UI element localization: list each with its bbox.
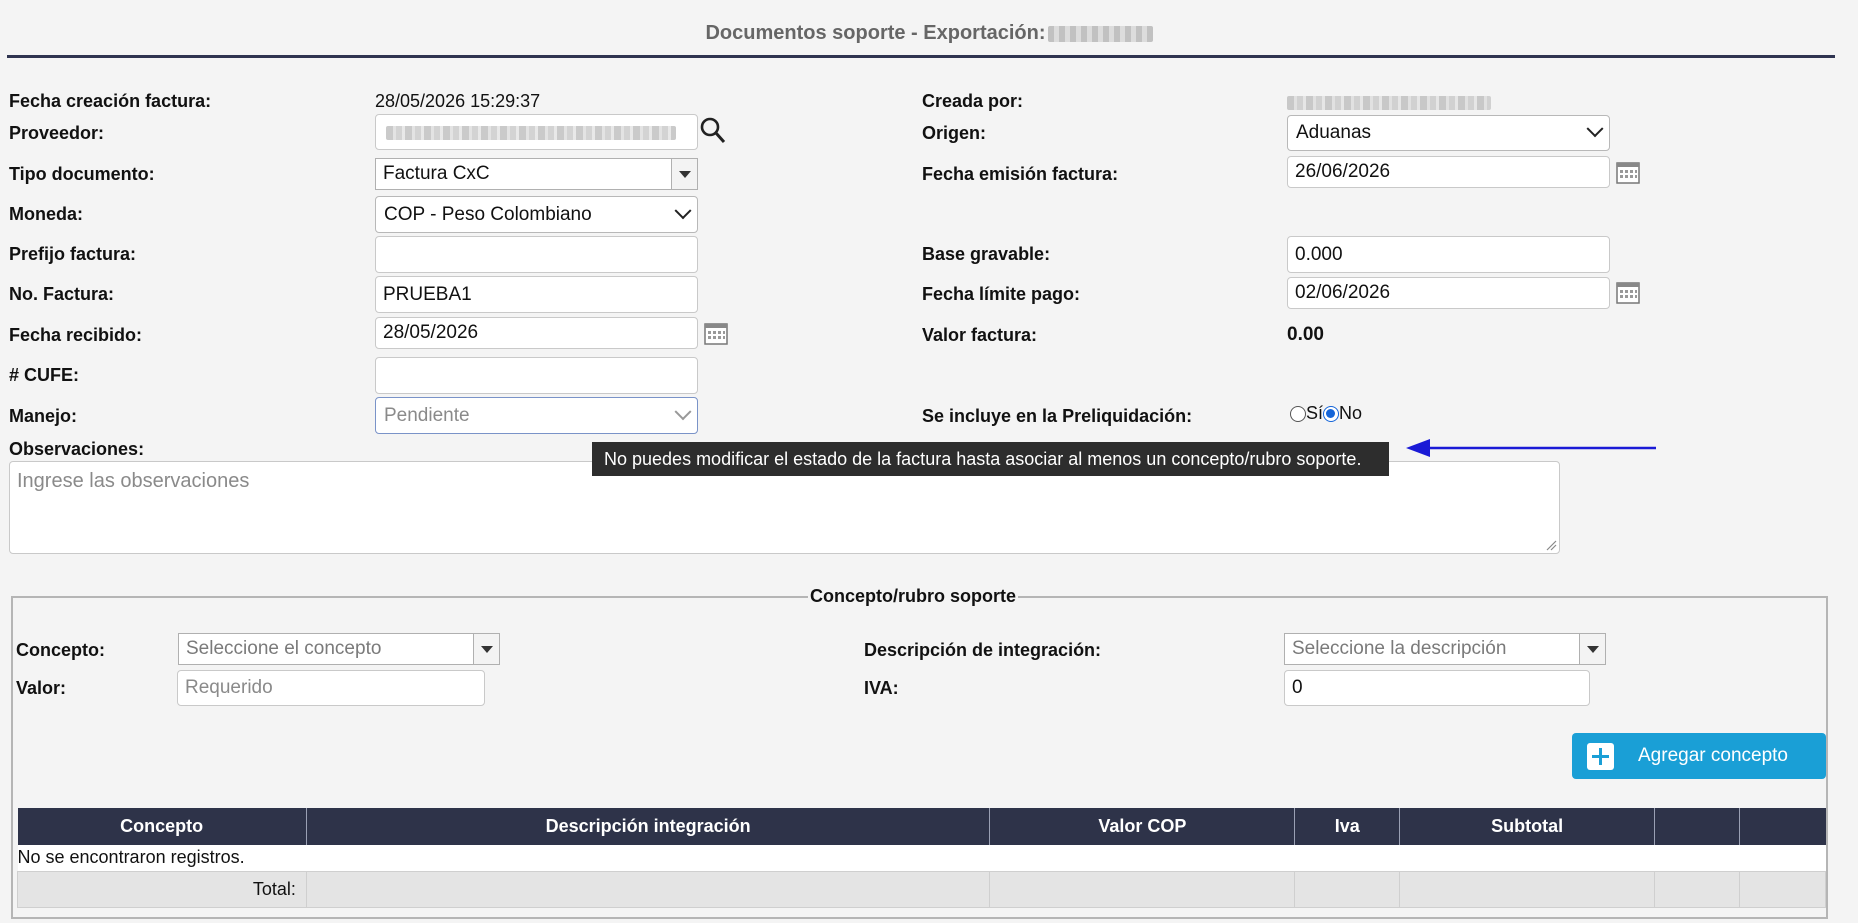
valor-label: Valor: bbox=[16, 678, 67, 698]
header-divider bbox=[7, 55, 1835, 58]
no-factura-label: No. Factura: bbox=[9, 284, 115, 304]
empty-message: No se encontraron registros. bbox=[17, 845, 1826, 871]
annotation-arrow-icon bbox=[1406, 439, 1656, 457]
total-cell bbox=[1739, 870, 1826, 908]
resize-handle-icon[interactable] bbox=[1545, 539, 1557, 551]
fecha-limite-label: Fecha límite pago: bbox=[922, 284, 1081, 304]
tooltip: No puedes modificar el estado de la fact… bbox=[592, 442, 1389, 476]
base-gravable-label: Base gravable: bbox=[922, 244, 1051, 264]
radio-no[interactable] bbox=[1323, 406, 1340, 423]
proveedor-label: Proveedor: bbox=[9, 123, 105, 143]
col-subtotal[interactable]: Subtotal bbox=[1399, 808, 1656, 845]
agregar-concepto-button[interactable]: Agregar concepto bbox=[1572, 733, 1826, 779]
chevron-down-icon bbox=[1586, 120, 1604, 138]
origen-value: Aduanas bbox=[1296, 122, 1372, 143]
col-descripcion-integracion[interactable]: Descripción integración bbox=[306, 808, 991, 845]
fecha-creacion-value: 28/05/2026 15:29:37 bbox=[375, 91, 541, 111]
col-iva[interactable]: Iva bbox=[1294, 808, 1401, 845]
col-action-1 bbox=[1654, 808, 1741, 845]
iva-label: IVA: bbox=[864, 678, 899, 698]
total-cell bbox=[305, 870, 991, 908]
descripcion-integracion-label: Descripción de integración: bbox=[864, 640, 1102, 660]
fecha-creacion-label: Fecha creación factura: bbox=[9, 91, 212, 111]
manejo-label: Manejo: bbox=[9, 406, 78, 426]
calendar-icon[interactable] bbox=[704, 323, 728, 345]
valor-placeholder: Requerido bbox=[185, 677, 273, 698]
preliquidacion-radio-group: Sí No bbox=[1290, 403, 1362, 424]
tipo-documento-value: Factura CxC bbox=[383, 163, 490, 184]
fecha-limite-input[interactable]: 02/06/2026 bbox=[1287, 277, 1610, 309]
redacted-creada-por bbox=[1287, 96, 1491, 110]
manejo-value: Pendiente bbox=[384, 404, 470, 426]
conceptos-table: Concepto Descripción integración Valor C… bbox=[17, 808, 1826, 908]
descripcion-placeholder: Seleccione la descripción bbox=[1292, 638, 1507, 659]
cufe-input[interactable] bbox=[375, 357, 698, 394]
plus-icon bbox=[1587, 742, 1614, 770]
observaciones-placeholder: Ingrese las observaciones bbox=[17, 470, 250, 492]
iva-input[interactable]: 0 bbox=[1284, 670, 1590, 706]
concepto-placeholder: Seleccione el concepto bbox=[186, 638, 382, 659]
redacted-proveedor bbox=[386, 126, 676, 140]
base-gravable-input[interactable]: 0.000 bbox=[1287, 236, 1610, 273]
moneda-value: COP - Peso Colombiano bbox=[384, 203, 592, 225]
no-factura-input[interactable]: PRUEBA1 bbox=[375, 276, 698, 313]
origen-label: Origen: bbox=[922, 123, 987, 143]
moneda-select[interactable]: COP - Peso Colombiano bbox=[375, 196, 698, 233]
radio-si-label: Sí bbox=[1306, 403, 1324, 423]
observaciones-label: Observaciones: bbox=[9, 439, 145, 459]
concepto-label: Concepto: bbox=[16, 640, 105, 660]
manejo-select[interactable]: Pendiente bbox=[375, 397, 698, 434]
cufe-label: # CUFE: bbox=[9, 365, 80, 385]
concepto-combobox[interactable]: Seleccione el concepto bbox=[178, 633, 500, 665]
fecha-recibido-input[interactable]: 28/05/2026 bbox=[375, 317, 698, 349]
proveedor-input[interactable] bbox=[375, 114, 698, 150]
total-row: Total: bbox=[17, 870, 1826, 908]
col-valor-cop[interactable]: Valor COP bbox=[989, 808, 1296, 845]
radio-no-label: No bbox=[1339, 403, 1363, 423]
search-icon[interactable] bbox=[700, 117, 726, 145]
total-cell bbox=[1294, 870, 1401, 908]
descripcion-integracion-combobox[interactable]: Seleccione la descripción bbox=[1284, 633, 1606, 665]
origen-select[interactable]: Aduanas bbox=[1287, 115, 1610, 151]
calendar-icon[interactable] bbox=[1616, 282, 1640, 304]
dropdown-arrow-icon[interactable] bbox=[671, 159, 697, 189]
calendar-icon[interactable] bbox=[1616, 162, 1640, 184]
preliquidacion-label: Se incluye en la Preliquidación: bbox=[922, 406, 1193, 426]
valor-factura-label: Valor factura: bbox=[922, 325, 1038, 345]
total-cell bbox=[1654, 870, 1741, 908]
tipo-documento-label: Tipo documento: bbox=[9, 164, 155, 184]
fecha-emision-input[interactable]: 26/06/2026 bbox=[1287, 156, 1610, 188]
total-cell bbox=[1399, 870, 1656, 908]
col-concepto[interactable]: Concepto bbox=[17, 808, 307, 845]
table-row: No se encontraron registros. bbox=[17, 845, 1826, 871]
dropdown-arrow-icon[interactable] bbox=[473, 634, 499, 664]
chevron-down-icon bbox=[674, 402, 692, 420]
agregar-concepto-label: Agregar concepto bbox=[1638, 745, 1788, 766]
concepto-legend: Concepto/rubro soporte bbox=[808, 586, 1018, 607]
table-header-row: Concepto Descripción integración Valor C… bbox=[17, 808, 1826, 845]
valor-factura-value: 0.00 bbox=[1287, 324, 1324, 345]
prefijo-factura-input[interactable] bbox=[375, 236, 698, 273]
prefijo-factura-label: Prefijo factura: bbox=[9, 244, 137, 264]
redacted-export-id bbox=[1047, 25, 1153, 42]
fecha-emision-label: Fecha emisión factura: bbox=[922, 164, 1119, 184]
radio-si[interactable] bbox=[1290, 406, 1306, 423]
valor-input[interactable]: Requerido bbox=[177, 670, 485, 706]
total-cell bbox=[989, 870, 1296, 908]
tipo-documento-combobox[interactable]: Factura CxC bbox=[375, 158, 698, 190]
col-action-2 bbox=[1739, 808, 1826, 845]
tooltip-text: No puedes modificar el estado de la fact… bbox=[604, 448, 1362, 469]
total-label: Total: bbox=[17, 870, 307, 908]
moneda-label: Moneda: bbox=[9, 204, 83, 224]
dropdown-arrow-icon[interactable] bbox=[1579, 634, 1605, 664]
page-title-text: Documentos soporte - Exportación: bbox=[705, 22, 1046, 44]
fecha-recibido-label: Fecha recibido: bbox=[9, 325, 143, 345]
chevron-down-icon bbox=[674, 201, 692, 219]
page-title: Documentos soporte - Exportación: bbox=[0, 22, 1858, 45]
creada-por-label: Creada por: bbox=[922, 91, 1024, 111]
